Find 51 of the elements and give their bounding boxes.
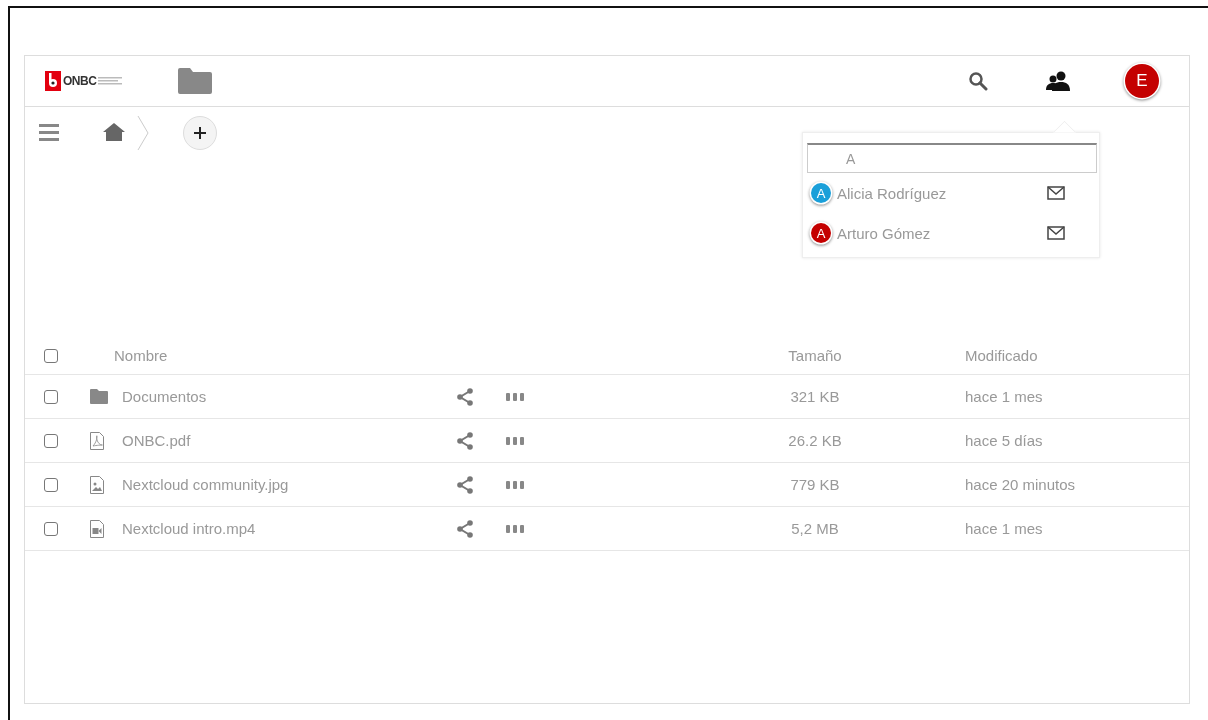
- more-actions-icon[interactable]: [506, 435, 524, 446]
- share-icon[interactable]: [456, 475, 474, 494]
- logo-tagline-drawing: [98, 77, 123, 85]
- row-checkbox[interactable]: [44, 389, 58, 404]
- modified-date: hace 20 minutos: [964, 476, 1077, 493]
- share-icon[interactable]: [456, 431, 474, 450]
- more-actions-icon[interactable]: [506, 479, 524, 490]
- folder-icon[interactable]: [178, 68, 213, 94]
- pdf-file-icon: [90, 431, 104, 450]
- breadcrumb-chevron-icon: [137, 115, 149, 151]
- menu-icon[interactable]: [39, 123, 59, 141]
- add-button[interactable]: [183, 116, 217, 150]
- logo-mark-icon: [45, 71, 61, 91]
- name-column-header[interactable]: Nombre: [114, 347, 456, 364]
- file-name[interactable]: Nextcloud community.jpg: [122, 476, 456, 493]
- contact-name[interactable]: Alicia Rodríguez: [837, 184, 1047, 202]
- more-actions-icon[interactable]: [506, 391, 524, 402]
- image-file-icon: [90, 475, 104, 494]
- contacts-icon[interactable]: [1046, 70, 1070, 92]
- modified-date: hace 1 mes: [964, 520, 1044, 537]
- modified-column-header[interactable]: Modificado: [930, 347, 1189, 364]
- select-all-checkbox[interactable]: [44, 348, 58, 363]
- row-checkbox[interactable]: [44, 433, 58, 448]
- contact-name[interactable]: Arturo Gómez: [837, 224, 1047, 242]
- video-file-icon: [90, 519, 104, 538]
- file-size: 779 KB: [790, 476, 840, 493]
- mail-icon[interactable]: [1047, 186, 1065, 200]
- file-size: 321 KB: [790, 388, 840, 405]
- file-name[interactable]: Nextcloud intro.mp4: [122, 520, 456, 537]
- folder-icon: [90, 389, 108, 404]
- size-column-header[interactable]: Tamaño: [788, 347, 842, 364]
- share-icon[interactable]: [456, 519, 474, 538]
- file-size: 26.2 KB: [788, 432, 842, 449]
- file-size: 5,2 MB: [791, 520, 839, 537]
- share-icon[interactable]: [456, 387, 474, 406]
- modified-date: hace 1 mes: [964, 388, 1044, 405]
- row-checkbox[interactable]: [44, 477, 58, 492]
- plus-icon: [194, 127, 206, 139]
- home-icon[interactable]: [103, 123, 125, 141]
- contact-avatar: A: [811, 183, 831, 203]
- mail-icon[interactable]: [1047, 226, 1065, 240]
- modified-date: hace 5 días: [964, 432, 1044, 449]
- logo-text: ONBC: [63, 74, 97, 88]
- file-name[interactable]: ONBC.pdf: [122, 432, 456, 449]
- more-actions-icon[interactable]: [506, 523, 524, 534]
- file-name[interactable]: Documentos: [122, 388, 456, 405]
- row-checkbox[interactable]: [44, 521, 58, 536]
- user-avatar[interactable]: E: [1125, 64, 1159, 98]
- search-icon[interactable]: [968, 71, 988, 91]
- contact-avatar: A: [811, 223, 831, 243]
- search-field[interactable]: A: [807, 143, 1097, 173]
